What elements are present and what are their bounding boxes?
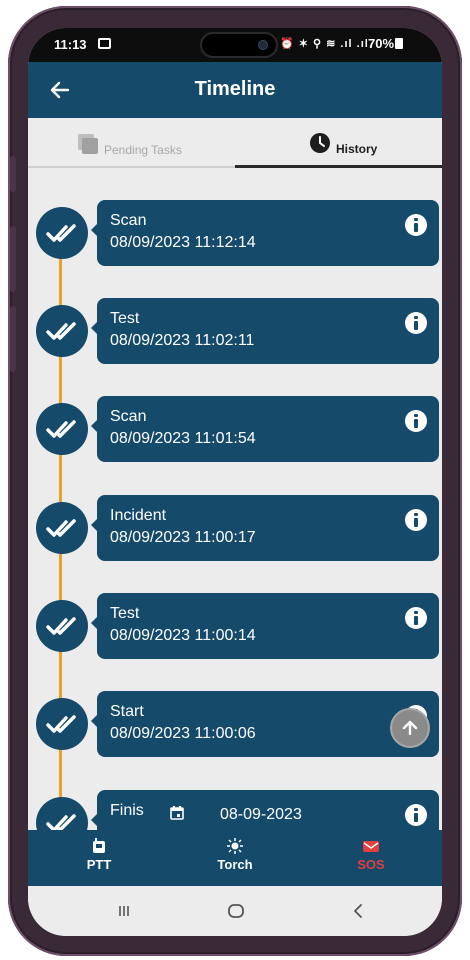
app-bar: Timeline <box>28 62 442 118</box>
double-check-icon <box>36 698 88 750</box>
nav-torch-button[interactable]: Torch <box>190 830 280 886</box>
status-time: 11:13 <box>54 37 87 52</box>
nav-ptt-button[interactable]: PTT <box>54 830 144 886</box>
event-title: Scan <box>110 212 147 229</box>
gallery-notification-icon <box>98 38 111 49</box>
timeline-item: Incident 08/09/2023 11:00:17 <box>28 495 442 565</box>
system-navigation-bar <box>28 886 442 936</box>
timeline-event-card[interactable]: Test 08/09/2023 11:00:14 <box>91 593 439 659</box>
double-check-icon <box>36 797 88 830</box>
timeline-item: Test 08/09/2023 11:02:11 <box>28 298 442 368</box>
tab-bar: Pending Tasks History <box>28 118 442 168</box>
phone-screen: 11:13 ⏰ ✶ ⚲ ≋ .ıl .ıl 70% Timeline Pendi… <box>28 28 442 936</box>
history-clock-icon <box>310 133 330 153</box>
selected-date: 08-09-2023 <box>220 806 302 823</box>
recent-apps-icon[interactable] <box>114 901 134 921</box>
camera-lens-icon <box>258 40 268 50</box>
bottom-navigation: PTT Torch SOS <box>28 830 442 886</box>
double-check-icon <box>36 502 88 554</box>
page-title: Timeline <box>194 78 276 100</box>
tab-pending-tasks[interactable]: Pending Tasks <box>28 118 235 168</box>
timeline-event-card[interactable]: Scan 08/09/2023 11:01:54 <box>91 396 439 462</box>
double-check-icon <box>36 207 88 259</box>
arrow-up-icon <box>402 720 418 736</box>
tab-pending-tasks-label: Pending Tasks <box>104 143 182 157</box>
info-icon[interactable] <box>405 804 427 826</box>
timeline-item: Scan 08/09/2023 11:12:14 <box>28 200 442 270</box>
info-icon[interactable] <box>405 410 427 432</box>
walkie-talkie-icon <box>93 838 105 853</box>
event-title: Test <box>110 605 140 622</box>
battery-percent: 70% <box>368 36 395 51</box>
battery-status: 70% <box>368 36 404 51</box>
tab-history-label: History <box>336 142 378 156</box>
pending-tasks-icon <box>78 134 98 154</box>
event-timestamp: 08/09/2023 11:00:14 <box>110 627 256 644</box>
nav-torch-label: Torch <box>217 857 253 872</box>
system-back-icon[interactable] <box>348 901 368 921</box>
timeline-item: Start 08/09/2023 11:00:06 <box>28 691 442 761</box>
event-title: Start <box>110 703 144 720</box>
sos-mail-icon <box>363 841 379 852</box>
timeline-event-card[interactable]: Scan 08/09/2023 11:12:14 <box>91 200 439 266</box>
event-title: Finis <box>110 802 144 819</box>
phone-volume-down-button <box>10 306 16 372</box>
tab-history[interactable]: History <box>235 118 442 168</box>
history-timeline: Scan 08/09/2023 11:12:14 Test 08/09/2023… <box>28 170 442 830</box>
info-icon[interactable] <box>405 607 427 629</box>
calendar-icon <box>170 806 184 820</box>
timeline-event-card[interactable]: Start 08/09/2023 11:00:06 <box>91 691 439 757</box>
date-selector[interactable]: 08-09-2023 <box>144 792 354 834</box>
double-check-icon <box>36 305 88 357</box>
double-check-icon <box>36 403 88 455</box>
timeline-item: Scan 08/09/2023 11:01:54 <box>28 396 442 466</box>
front-camera-notch <box>200 32 278 58</box>
event-timestamp: 08/09/2023 11:00:17 <box>110 529 256 546</box>
event-title: Scan <box>110 408 147 425</box>
battery-icon <box>395 38 404 49</box>
status-indicators-icon: ⏰ ✶ ⚲ ≋ .ıl .ıl <box>280 38 369 50</box>
home-icon[interactable] <box>226 901 246 921</box>
nav-sos-button[interactable]: SOS <box>326 830 416 886</box>
nav-ptt-label: PTT <box>86 857 112 872</box>
phone-side-button <box>10 156 16 192</box>
event-title: Incident <box>110 507 167 524</box>
event-timestamp: 08/09/2023 11:01:54 <box>110 430 256 447</box>
event-timestamp: 08/09/2023 11:02:11 <box>110 332 255 349</box>
nav-sos-label: SOS <box>357 857 385 872</box>
torch-icon <box>227 838 243 854</box>
event-timestamp: 08/09/2023 11:00:06 <box>110 725 256 742</box>
phone-volume-up-button <box>10 226 16 292</box>
double-check-icon <box>36 600 88 652</box>
status-bar: 11:13 ⏰ ✶ ⚲ ≋ .ıl .ıl 70% <box>28 28 442 62</box>
info-icon[interactable] <box>405 509 427 531</box>
event-title: Test <box>110 310 140 327</box>
timeline-item: Test 08/09/2023 11:00:14 <box>28 593 442 663</box>
event-timestamp: 08/09/2023 11:12:14 <box>110 234 256 251</box>
info-icon[interactable] <box>405 312 427 334</box>
info-icon[interactable] <box>405 214 427 236</box>
timeline-event-card[interactable]: Test 08/09/2023 11:02:11 <box>91 298 439 364</box>
timeline-event-card[interactable]: Incident 08/09/2023 11:00:17 <box>91 495 439 561</box>
scroll-to-top-button[interactable] <box>390 708 430 748</box>
